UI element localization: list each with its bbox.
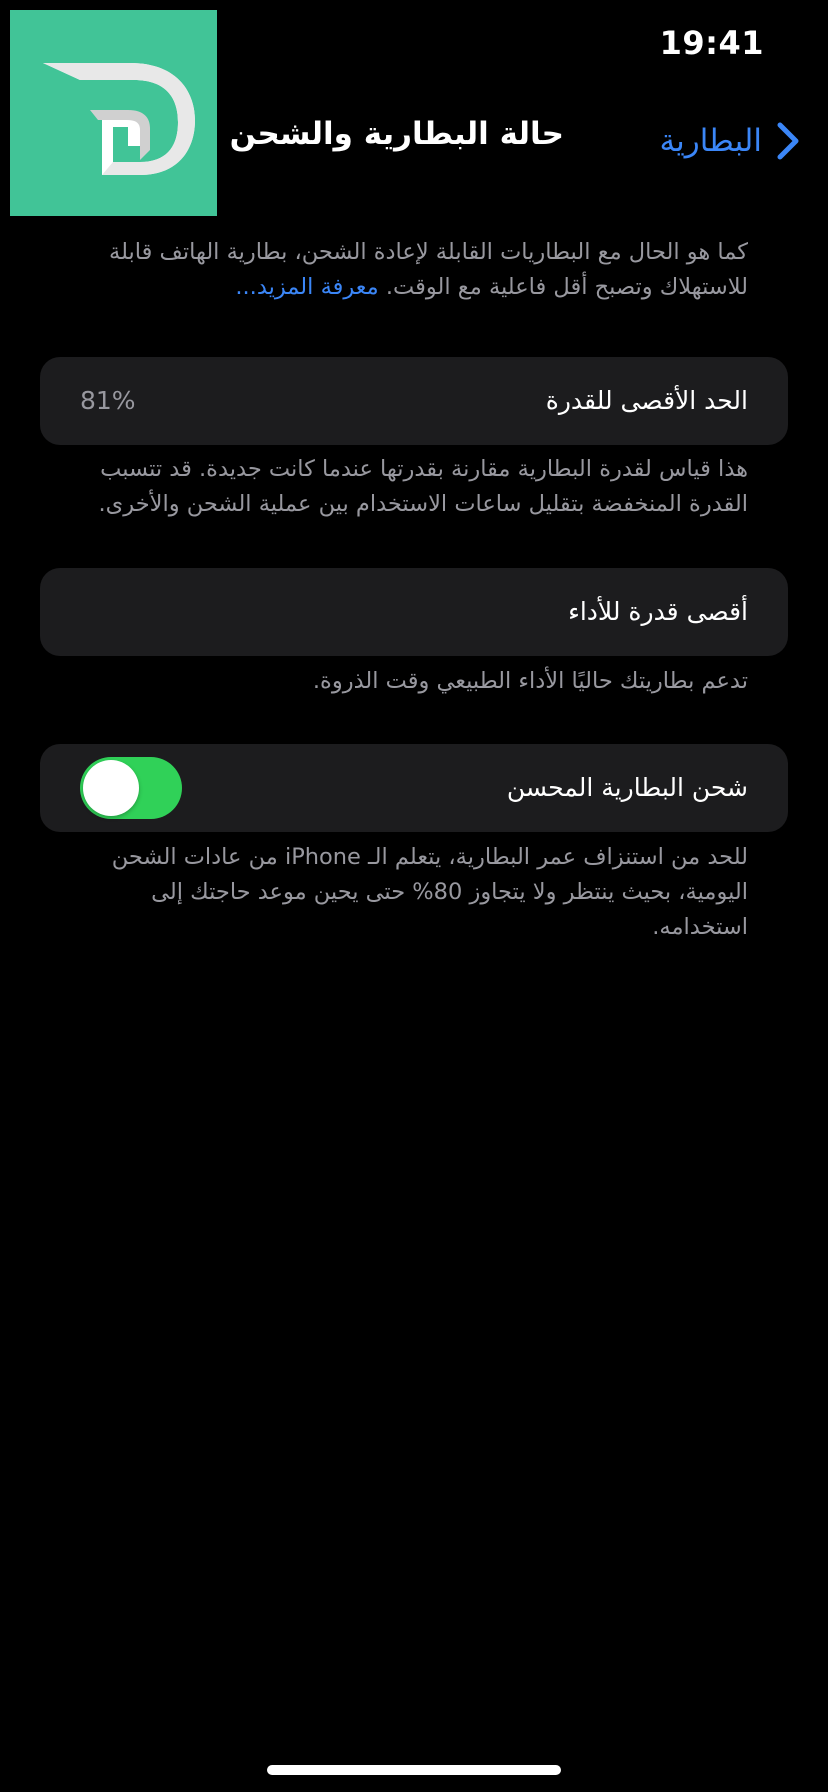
back-button-label: البطارية [659,123,762,159]
optimized-charging-footer: للحد من استنزاف عمر البطارية، يتعلم الـ … [111,844,748,940]
peak-performance-cell: أقصى قدرة للأداء [40,568,788,656]
optimized-charging-cell: شحن البطارية المحسن [40,744,788,832]
back-button[interactable]: البطارية [659,114,802,168]
peak-performance-footer: تدعم بطاريتك حاليًا الأداء الطبيعي وقت ا… [312,668,748,694]
intro-description: كما هو الحال مع البطاريات القابلة لإعادة… [88,235,748,305]
toggle-knob [83,760,139,816]
page-title: حالة البطارية والشحن [229,116,564,152]
optimized-charging-toggle[interactable] [80,757,182,819]
navigation-bar: البطارية حالة البطارية والشحن [0,108,828,174]
learn-more-link[interactable]: معرفة المزيد... [235,274,378,300]
status-bar-time: 19:41 [659,24,764,62]
maximum-capacity-label: الحد الأقصى للقدرة [545,386,748,415]
peak-performance-label: أقصى قدرة للأداء [568,597,748,626]
maximum-capacity-footer: هذا قياس لقدرة البطارية مقارنة بقدرتها ع… [98,456,748,517]
maximum-capacity-value: 81% [80,386,136,415]
maximum-capacity-cell: الحد الأقصى للقدرة 81% [40,357,788,445]
chevron-right-icon [777,122,799,160]
intro-text: كما هو الحال مع البطاريات القابلة لإعادة… [109,239,748,300]
home-indicator[interactable] [267,1765,561,1775]
optimized-charging-label: شحن البطارية المحسن [506,773,748,802]
